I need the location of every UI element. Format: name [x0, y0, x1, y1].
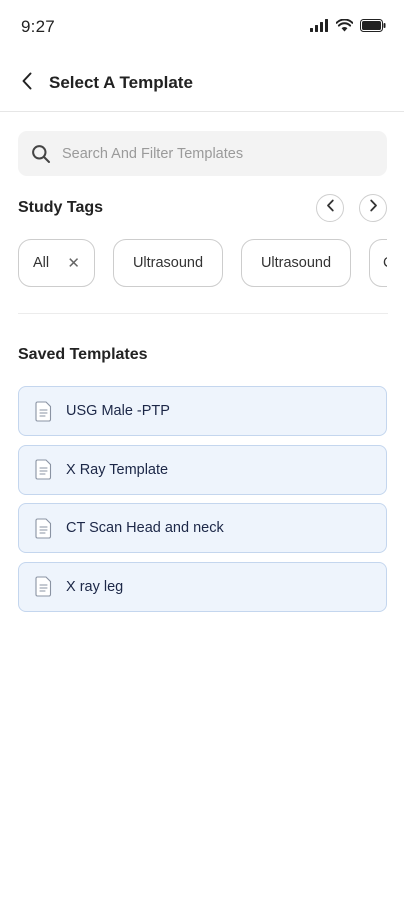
template-name: USG Male -PTP [66, 403, 170, 419]
tag-chip[interactable]: C [369, 239, 387, 287]
template-name: X Ray Template [66, 461, 169, 478]
document-icon [35, 400, 53, 422]
tag-chip[interactable]: Ultrasound [241, 239, 351, 287]
status-icons [310, 19, 386, 32]
template-item[interactable]: X ray leg [18, 561, 387, 612]
wifi-icon [336, 19, 353, 32]
template-item[interactable]: X Ray Template [18, 444, 387, 495]
template-item[interactable]: CT Scan Head and neck [18, 503, 387, 553]
tag-chip[interactable]: Ultrasound [113, 239, 223, 287]
cellular-signal-icon [310, 19, 329, 32]
tags-next-button[interactable] [359, 194, 387, 222]
study-tags-carousel[interactable]: All ✕ Ultrasound Ultrasound C [18, 238, 387, 290]
chevron-left-icon [21, 72, 33, 95]
template-name: CT Scan Head and neck [66, 520, 224, 536]
header-divider [0, 111, 404, 112]
tag-chip-label: Ultrasound [132, 255, 204, 271]
saved-templates-list: USG Male -PTP X Ray Template CT Scan Hea… [18, 386, 387, 620]
section-divider [18, 313, 388, 314]
tag-chip-all[interactable]: All ✕ [18, 239, 95, 287]
screen: 9:27 Select A Template Search And Filter… [0, 0, 404, 900]
document-icon [35, 517, 53, 539]
study-tags-title: Study Tags [18, 199, 104, 216]
status-time: 9:27 [21, 17, 55, 36]
search-input[interactable] [62, 145, 362, 162]
search-icon [31, 144, 51, 164]
study-tags-row: All ✕ Ultrasound Ultrasound C [18, 238, 387, 288]
battery-icon [360, 19, 386, 32]
template-item[interactable]: USG Male -PTP [18, 386, 387, 436]
page-title: Select A Template [49, 73, 193, 92]
chevron-right-icon [369, 199, 378, 217]
search-bar[interactable] [18, 131, 387, 176]
status-bar: 9:27 [0, 0, 404, 52]
close-icon[interactable]: ✕ [67, 254, 80, 272]
tag-chip-label: All [33, 255, 50, 271]
tags-prev-button[interactable] [316, 194, 344, 222]
template-name: X ray leg [66, 578, 124, 595]
chevron-left-icon [326, 199, 335, 217]
document-icon [35, 576, 53, 598]
tag-chip-label: C [383, 255, 387, 271]
saved-templates-title: Saved Templates [18, 346, 148, 363]
document-icon [35, 459, 53, 481]
back-button[interactable] [14, 70, 40, 96]
app-header: Select A Template [0, 60, 404, 110]
tag-chip-label: Ultrasound [260, 255, 332, 271]
